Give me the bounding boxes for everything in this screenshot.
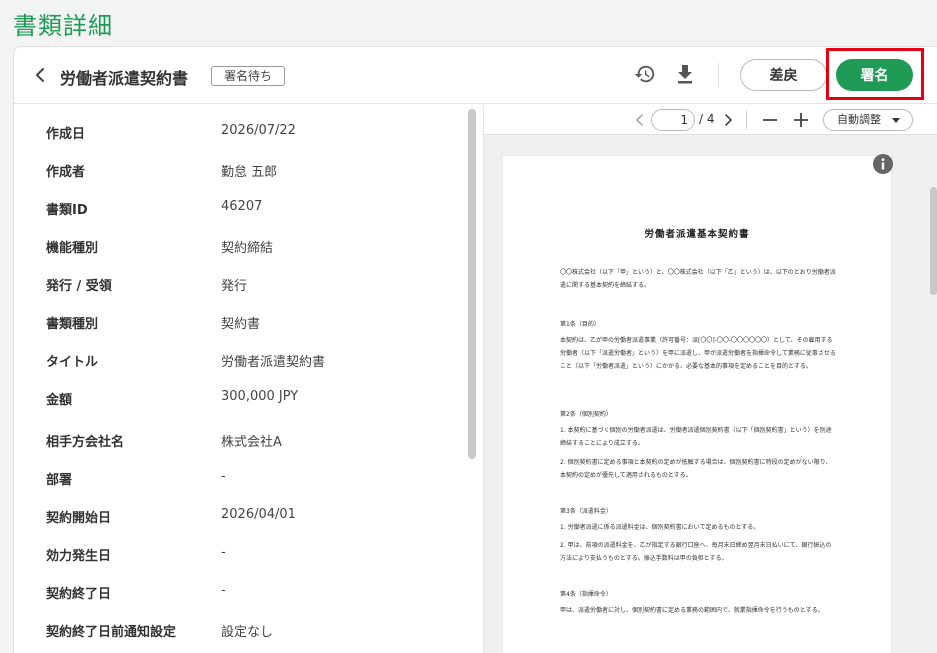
toolbar-divider <box>746 111 747 129</box>
caret-down-icon <box>892 118 900 123</box>
document-detail-card: 労働者派遣契約書 署名待ち 差戻 署名 作成日 2026/07/22 作成者 勤怠 … <box>13 46 937 653</box>
pdf-page: 労働者派遣基本契約書 〇〇株式会社（以下「甲」という）と、〇〇株式会社（以下「乙… <box>503 156 891 653</box>
page-total: / 4 <box>699 112 715 126</box>
status-badge: 署名待ち <box>211 66 286 86</box>
detail-value: 契約書 <box>221 317 261 332</box>
detail-label: タイトル <box>46 355 99 370</box>
detail-row: 作成日 2026/07/22 <box>14 113 454 151</box>
page-number-input[interactable] <box>651 109 695 131</box>
zoom-select[interactable]: 自動調整 <box>823 109 913 131</box>
detail-row: 作成者 勤怠 五郎 <box>14 151 454 189</box>
detail-label: 作成者 <box>46 165 86 180</box>
detail-row: 部署 - <box>14 459 454 497</box>
sign-button[interactable]: 署名 <box>836 59 913 91</box>
detail-value: 2026/04/01 <box>221 507 296 522</box>
detail-value: 勤怠 五郎 <box>221 165 278 180</box>
detail-label: 契約開始日 <box>46 511 112 526</box>
detail-value: 設定なし <box>221 625 274 640</box>
details-panel: 作成日 2026/07/22 作成者 勤怠 五郎 書類ID 46207 機能種別 契約締… <box>14 105 483 653</box>
detail-row: 発行 / 受領 発行 <box>14 265 454 303</box>
detail-value: - <box>221 469 226 484</box>
detail-row: 書類種別 契約書 <box>14 303 454 341</box>
document-title: 労働者派遣契約書 <box>60 69 189 88</box>
pdf-paragraph: 1. 本契約に基づく個別の労働者派遣は、労働者派遣個別契約書（以下「個別契約書」… <box>560 427 832 447</box>
detail-row: 契約終了日 - <box>14 573 454 611</box>
detail-row: 効力発生日 - <box>14 535 454 573</box>
pdf-heading: 第4条（指揮命令） <box>560 591 612 598</box>
header-divider <box>718 63 719 87</box>
detail-value: 株式会社A <box>221 435 282 450</box>
detail-label: 作成日 <box>46 127 86 142</box>
detail-label: 書類種別 <box>46 317 99 332</box>
pdf-paragraph: 甲は、派遣労働者に対し、個別契約書に定める業務の範囲内で、就業指揮命令を行うもの… <box>560 607 824 614</box>
detail-row: 契約開始日 2026/04/01 <box>14 497 454 535</box>
viewer-scrollbar[interactable] <box>930 187 937 295</box>
detail-row: 相手方会社名 株式会社A <box>14 421 454 459</box>
detail-value: 発行 <box>221 279 248 294</box>
pdf-heading: 第1条（目的） <box>560 321 600 328</box>
pdf-title: 労働者派遣基本契約書 <box>644 229 750 240</box>
pdf-paragraph: 本契約は、乙が甲の労働者派遣事業（許可番号：派[〇〇]-〇〇-〇〇〇〇〇〇）とし… <box>560 337 836 370</box>
detail-value: 2026/07/22 <box>221 123 296 138</box>
pdf-paragraph: 2. 甲は、前項の派遣料金を、乙が指定する銀行口座へ、毎月末日締め翌月末日払いに… <box>560 542 832 562</box>
detail-row: タイトル 労働者派遣契約書 <box>14 341 454 379</box>
details-scrollbar[interactable] <box>468 109 476 459</box>
back-chevron-icon[interactable] <box>32 65 48 85</box>
detail-row: 契約終了日前通知設定 設定なし <box>14 611 454 649</box>
zoom-in-icon[interactable] <box>792 111 810 129</box>
zoom-select-label: 自動調整 <box>837 113 881 126</box>
detail-value: 契約締結 <box>221 241 274 256</box>
return-button[interactable]: 差戻 <box>740 59 827 91</box>
detail-value: - <box>221 583 226 598</box>
pdf-viewer: / 4 自動調整 労働者派遣基本契約書 〇〇株式会社（以下「甲」という）と、〇〇… <box>484 105 937 653</box>
detail-label: 相手方会社名 <box>46 435 125 450</box>
detail-value: 46207 <box>221 199 263 214</box>
detail-label: 部署 <box>46 473 73 488</box>
detail-label: 契約終了日前通知設定 <box>46 625 177 640</box>
detail-value: - <box>221 545 226 560</box>
page-title: 書類詳細 <box>13 12 113 40</box>
next-page-icon[interactable] <box>722 111 734 129</box>
detail-row: 金額 300,000 JPY <box>14 379 454 417</box>
detail-value: 300,000 JPY <box>221 389 299 404</box>
download-icon[interactable] <box>675 63 695 85</box>
history-icon[interactable] <box>634 63 656 85</box>
detail-label: 金額 <box>46 393 73 408</box>
document-header: 労働者派遣契約書 署名待ち 差戻 署名 <box>14 47 937 104</box>
pdf-paragraph: 2. 個別契約書に定める事項と本契約の定めが抵触する場合は、個別契約書に特段の定… <box>560 459 832 479</box>
detail-label: 発行 / 受領 <box>46 279 112 294</box>
pdf-paragraph: 1. 労働者派遣に係る派遣料金は、個別契約書において定めるものとする。 <box>560 524 760 531</box>
info-icon[interactable] <box>873 154 893 174</box>
detail-row: 書類ID 46207 <box>14 189 454 227</box>
detail-row: 機能種別 契約締結 <box>14 227 454 265</box>
detail-label: 書類ID <box>46 203 88 218</box>
viewer-toolbar: / 4 自動調整 <box>484 105 937 135</box>
detail-label: 契約終了日 <box>46 587 112 602</box>
prev-page-icon[interactable] <box>634 111 646 129</box>
zoom-out-icon[interactable] <box>761 111 779 129</box>
detail-label: 効力発生日 <box>46 549 112 564</box>
pdf-heading: 第3条（派遣料金） <box>560 508 612 515</box>
pdf-intro: 〇〇株式会社（以下「甲」という）と、〇〇株式会社（以下「乙」という）は、以下のと… <box>560 269 836 289</box>
detail-label: 機能種別 <box>46 241 99 256</box>
detail-value: 労働者派遣契約書 <box>221 355 326 370</box>
pdf-heading: 第2条（個別契約） <box>560 411 612 418</box>
